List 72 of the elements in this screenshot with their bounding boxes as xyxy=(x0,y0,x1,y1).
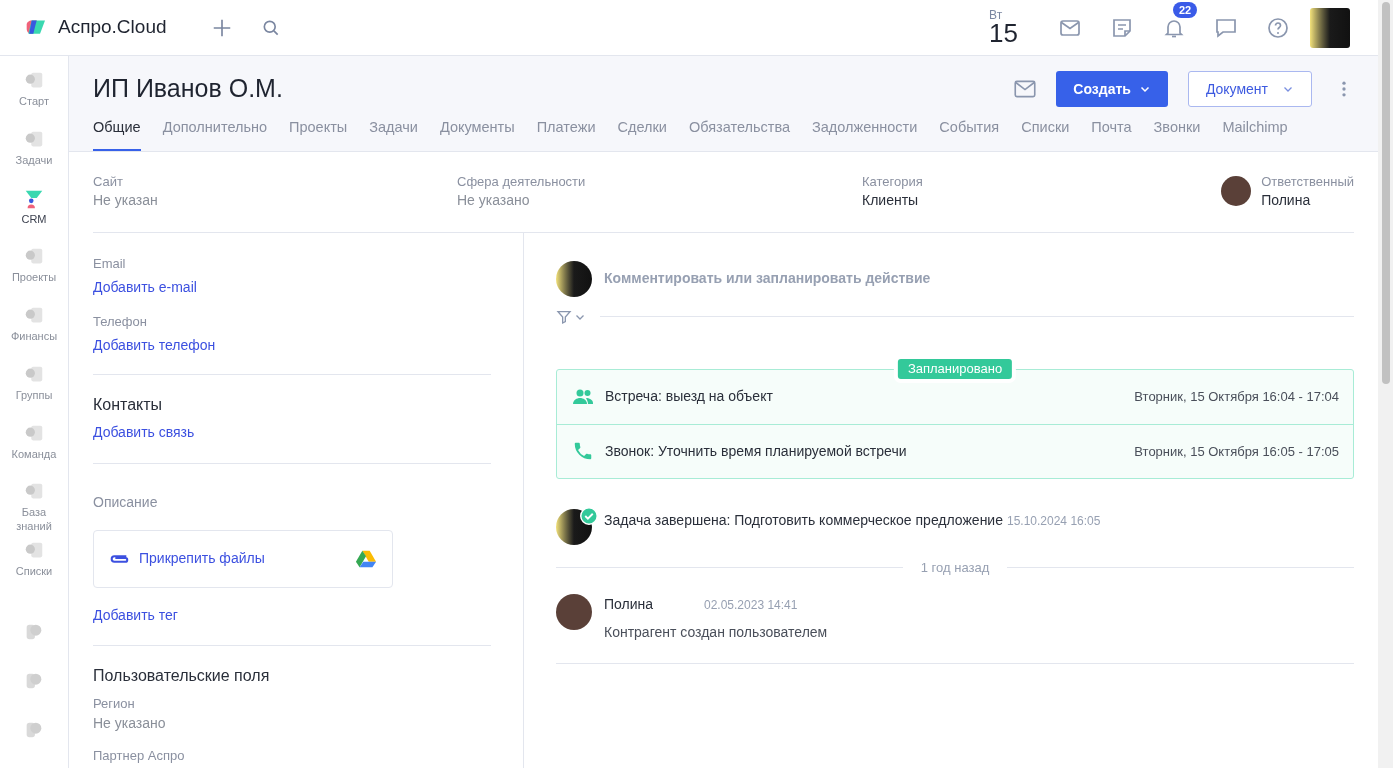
activity-time: Вторник, 15 Октября 16:04 - 17:04 xyxy=(1134,388,1339,406)
field-value: Не указано xyxy=(457,190,531,210)
tab[interactable]: События xyxy=(939,112,1000,151)
field-label: Email xyxy=(93,254,127,273)
filter-button[interactable] xyxy=(556,308,586,325)
event-time: 02.05.2023 14:41 xyxy=(704,596,798,614)
user-avatar xyxy=(556,594,592,631)
field-label: Категория xyxy=(862,172,923,190)
field-value: Клиенты xyxy=(862,190,920,210)
page-title: ИП Иванов О.М. xyxy=(93,73,284,105)
field-value: Полина xyxy=(1261,190,1312,210)
document-button[interactable]: Документ xyxy=(1187,71,1312,107)
time-divider-label: 1 год назад xyxy=(919,558,991,577)
brand-name: Аспро.Cloud xyxy=(58,15,167,40)
user-avatar[interactable] xyxy=(1310,7,1350,48)
event-time: 15.10.2024 16:05 xyxy=(1007,513,1101,528)
user-avatar xyxy=(556,260,592,297)
sidebar-item[interactable]: Команда xyxy=(0,422,68,482)
field-value: Не указан xyxy=(93,190,158,210)
user-avatar xyxy=(1221,176,1252,207)
help-icon[interactable] xyxy=(1266,15,1290,40)
field-label: Телефон xyxy=(93,312,148,331)
attach-files-link[interactable]: Прикрепить файлы xyxy=(139,548,354,570)
activity-time: Вторник, 15 Октября 16:05 - 17:05 xyxy=(1134,442,1339,461)
tab[interactable]: Документы xyxy=(439,112,515,151)
comment-input[interactable]: Комментировать или запланировать действие xyxy=(604,268,931,290)
comment-text: Контрагент создан пользователем xyxy=(604,623,828,643)
tab[interactable]: Общие xyxy=(93,112,141,151)
add-contact-link[interactable]: Добавить связь xyxy=(93,420,195,443)
notification-badge: 22 xyxy=(1173,1,1198,18)
add-tag-link[interactable]: Добавить тег xyxy=(93,603,178,626)
tab[interactable]: Сделки xyxy=(617,112,667,151)
activity-title[interactable]: Звонок: Уточнить время планируемой встречи xyxy=(605,440,1135,462)
author-name: Полина xyxy=(604,595,655,615)
tab[interactable]: Звонки xyxy=(1153,112,1201,151)
field-label: Регион xyxy=(93,694,136,713)
tab[interactable]: Обязательства xyxy=(688,112,790,151)
tab[interactable]: Задачи xyxy=(369,112,418,151)
sidebar-item[interactable]: Группы xyxy=(0,363,68,423)
field-value: Не указано xyxy=(93,713,167,733)
sidebar-item[interactable]: База знаний xyxy=(0,481,68,541)
tab[interactable]: Почта xyxy=(1091,112,1132,151)
sidebar-item[interactable]: Старт xyxy=(0,70,68,129)
description-label: Описание xyxy=(93,492,159,512)
field-label: Ответственный xyxy=(1261,172,1354,190)
event-text: Задача завершена: Подготовить коммерческое предложение xyxy=(604,511,1003,528)
tab[interactable]: Дополнительно xyxy=(162,112,268,151)
field-label: Сфера деятельности xyxy=(457,172,586,190)
create-button[interactable]: Создать xyxy=(1056,71,1168,107)
activity-title[interactable]: Встреча: выезд на объект xyxy=(605,386,1135,408)
tab[interactable]: Списки xyxy=(1021,112,1070,151)
sidebar-item[interactable]: Финансы xyxy=(0,305,68,364)
check-badge-icon xyxy=(580,506,598,525)
tab[interactable]: Mailchimp xyxy=(1222,112,1288,151)
sidebar-item[interactable]: Задачи xyxy=(0,128,68,188)
tab[interactable]: Проекты xyxy=(289,112,348,151)
tab[interactable]: Платежи xyxy=(536,112,596,151)
filter-icon xyxy=(556,308,572,325)
section-heading: Пользовательские поля xyxy=(93,665,271,686)
sidebar-item[interactable]: CRM xyxy=(0,187,68,247)
weekday: Вт xyxy=(989,9,1003,21)
attach-files-panel[interactable]: Прикрепить файлы xyxy=(93,529,393,588)
add-phone-link[interactable]: Добавить телефон xyxy=(93,333,216,356)
sidebar-item[interactable]: Списки xyxy=(0,540,68,600)
scrollbar[interactable] xyxy=(1378,0,1393,768)
field-label: Сайт xyxy=(93,172,124,190)
section-heading: Контакты xyxy=(93,394,164,415)
field-label: Партнер Аспро xyxy=(93,746,186,765)
tab[interactable]: Задолженности xyxy=(812,112,918,151)
sidebar-item[interactable]: Проекты xyxy=(0,246,68,306)
add-email-link[interactable]: Добавить e-mail xyxy=(93,275,197,298)
date-day: 15 xyxy=(989,20,1018,46)
